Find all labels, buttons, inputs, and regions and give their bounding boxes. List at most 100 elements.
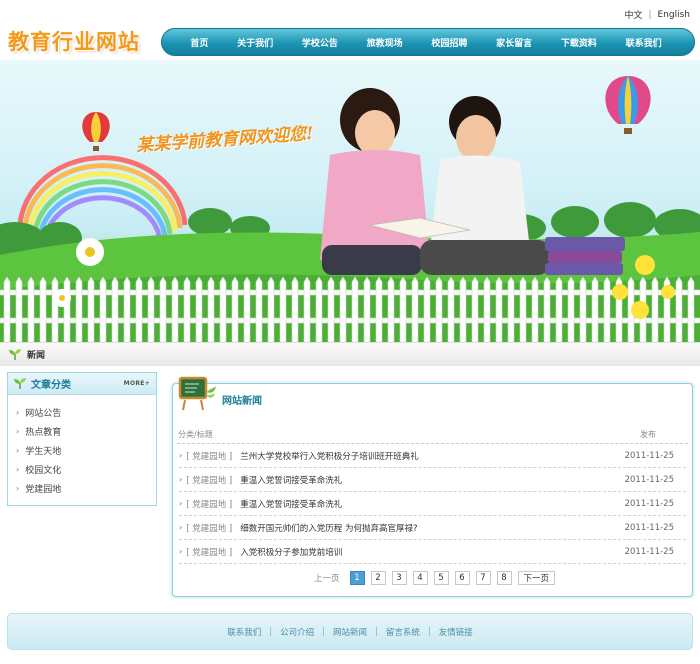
- news-category[interactable]: [ 党建园地 ]: [186, 546, 232, 558]
- chevron-right-icon: ›: [179, 499, 183, 508]
- fence-picket: [303, 276, 311, 342]
- news-headline[interactable]: 兰州大学党校举行入党积极分子培训班开班典礼: [240, 450, 624, 462]
- nav-item-about[interactable]: 关于我们: [237, 36, 273, 49]
- prev-page-button[interactable]: 上一页: [310, 572, 344, 584]
- news-category[interactable]: [ 党建园地 ]: [186, 450, 232, 462]
- sidebar-item-students[interactable]: › 学生天地: [16, 441, 156, 460]
- sidebar-title: 文章分类: [31, 380, 71, 391]
- page-button-5[interactable]: 5: [433, 571, 449, 585]
- pagination: 上一页 1 2 3 4 5 6 7 8 下一页: [173, 571, 692, 585]
- news-row[interactable]: ›[ 党建园地 ] 入党积极分子参加党前培训 2011-11-25: [179, 540, 686, 564]
- sidebar-item-party-garden[interactable]: › 党建园地: [16, 479, 156, 498]
- banner-illustration: [0, 76, 700, 342]
- page-button-8[interactable]: 8: [496, 571, 512, 585]
- fence-picket: [591, 276, 599, 342]
- footer-link-contact[interactable]: 联系我们: [227, 626, 261, 638]
- nav-item-recruitment[interactable]: 校园招聘: [431, 36, 467, 49]
- fence-picket: [411, 276, 419, 342]
- chevron-right-icon: ›: [16, 446, 20, 455]
- fence-picket: [459, 276, 467, 342]
- footer-link-news[interactable]: 网站新闻: [333, 626, 367, 638]
- news-date: 2011-11-25: [624, 450, 674, 461]
- fence-picket: [327, 276, 335, 342]
- fence-picket: [543, 276, 551, 342]
- news-title: 网站新闻: [222, 396, 262, 407]
- news-row[interactable]: ›[ 党建园地 ] 重温入党誓词接受革命洗礼 2011-11-25: [179, 492, 686, 516]
- lang-english-link[interactable]: English: [658, 10, 691, 20]
- fence-picket: [339, 276, 347, 342]
- nav-item-home[interactable]: 首页: [190, 36, 208, 49]
- chevron-right-icon: ›: [16, 484, 20, 493]
- news-headline[interactable]: 重温入党誓词接受革命洗礼: [240, 498, 624, 510]
- footer-separator: |: [427, 626, 431, 637]
- news-row[interactable]: ›[ 党建园地 ] 细数开国元帅们的入党历程 为何抛弃高官厚禄? 2011-11-2…: [179, 516, 686, 540]
- page-button-2[interactable]: 2: [370, 571, 386, 585]
- footer-link-company[interactable]: 公司介绍: [280, 626, 314, 638]
- nav-item-guestbook[interactable]: 家长留言: [496, 36, 532, 49]
- footer-link-friends[interactable]: 友情链接: [439, 626, 473, 638]
- sidebar-item-label: 学生天地: [25, 447, 62, 457]
- lang-chinese-link[interactable]: 中文: [624, 8, 642, 21]
- fence-picket: [399, 276, 407, 342]
- news-date: 2011-11-25: [624, 474, 674, 485]
- fence-picket: [3, 276, 11, 342]
- more-link[interactable]: MORE+: [124, 380, 150, 387]
- fence-picket: [471, 276, 479, 342]
- sidebar-item-campus-culture[interactable]: › 校园文化: [16, 460, 156, 479]
- fence-picket: [243, 276, 251, 342]
- fence-picket: [387, 276, 395, 342]
- fence-picket: [135, 276, 143, 342]
- nav-item-contact[interactable]: 联系我们: [626, 36, 662, 49]
- sidebar-item-hot-education[interactable]: › 热点教育: [16, 422, 156, 441]
- news-category[interactable]: [ 党建园地 ]: [186, 498, 232, 510]
- children-illustration: [320, 88, 550, 275]
- news-category[interactable]: [ 党建园地 ]: [186, 522, 232, 534]
- news-date: 2011-11-25: [624, 498, 674, 509]
- fence-picket: [495, 276, 503, 342]
- breadcrumb-label: 新闻: [27, 351, 46, 361]
- main-nav: 首页 关于我们 学校公告 旅教现场 校园招聘 家长留言 下载资料 联系我们: [161, 28, 695, 56]
- page-button-6[interactable]: 6: [454, 571, 470, 585]
- site-logo[interactable]: 教育行业网站: [8, 26, 140, 56]
- fence-picket: [423, 276, 431, 342]
- footer-separator: |: [322, 626, 325, 637]
- news-category[interactable]: [ 党建园地 ]: [186, 474, 232, 486]
- footer-separator: |: [375, 626, 378, 637]
- fence-picket: [375, 276, 383, 342]
- language-switcher: 中文 | English: [624, 8, 691, 22]
- next-page-button[interactable]: 下一页: [517, 571, 556, 585]
- sidebar-item-announcements[interactable]: › 网站公告: [16, 403, 156, 422]
- lang-separator: |: [648, 9, 652, 20]
- page-button-7[interactable]: 7: [475, 571, 491, 585]
- sidebar-item-label: 党建园地: [25, 485, 62, 495]
- fence-picket: [567, 276, 575, 342]
- page-button-3[interactable]: 3: [391, 571, 407, 585]
- fence-picket: [51, 276, 59, 342]
- fence-picket: [63, 276, 71, 342]
- fence-picket: [447, 276, 455, 342]
- column-header-date: 发布: [640, 430, 656, 439]
- nav-item-downloads[interactable]: 下载资料: [561, 36, 597, 49]
- chalkboard-icon: [178, 376, 216, 411]
- page-button-1[interactable]: 1: [349, 571, 365, 585]
- chevron-right-icon: ›: [16, 408, 20, 417]
- news-date: 2011-11-25: [624, 546, 674, 557]
- news-headline[interactable]: 细数开国元帅们的入党历程 为何抛弃高官厚禄?: [240, 522, 624, 534]
- fence-picket: [651, 276, 659, 342]
- fence-picket: [315, 276, 323, 342]
- fence-picket: [507, 276, 515, 342]
- fence-picket: [183, 276, 191, 342]
- fence-picket: [147, 276, 155, 342]
- nav-item-announcements[interactable]: 学校公告: [302, 36, 338, 49]
- hot-air-balloon-left: [82, 112, 110, 151]
- fence-picket: [87, 276, 95, 342]
- news-headline[interactable]: 重温入党誓词接受革命洗礼: [240, 474, 624, 486]
- fence-picket: [435, 276, 443, 342]
- nav-item-field[interactable]: 旅教现场: [367, 36, 403, 49]
- footer-link-guestbook[interactable]: 留言系统: [386, 626, 420, 638]
- page-button-4[interactable]: 4: [412, 571, 428, 585]
- news-row[interactable]: ›[ 党建园地 ] 兰州大学党校举行入党积极分子培训班开班典礼 2011-11-25: [179, 444, 686, 468]
- fence-picket: [123, 276, 131, 342]
- news-headline[interactable]: 入党积极分子参加党前培训: [240, 546, 624, 558]
- news-row[interactable]: ›[ 党建园地 ] 重温入党誓词接受革命洗礼 2011-11-25: [179, 468, 686, 492]
